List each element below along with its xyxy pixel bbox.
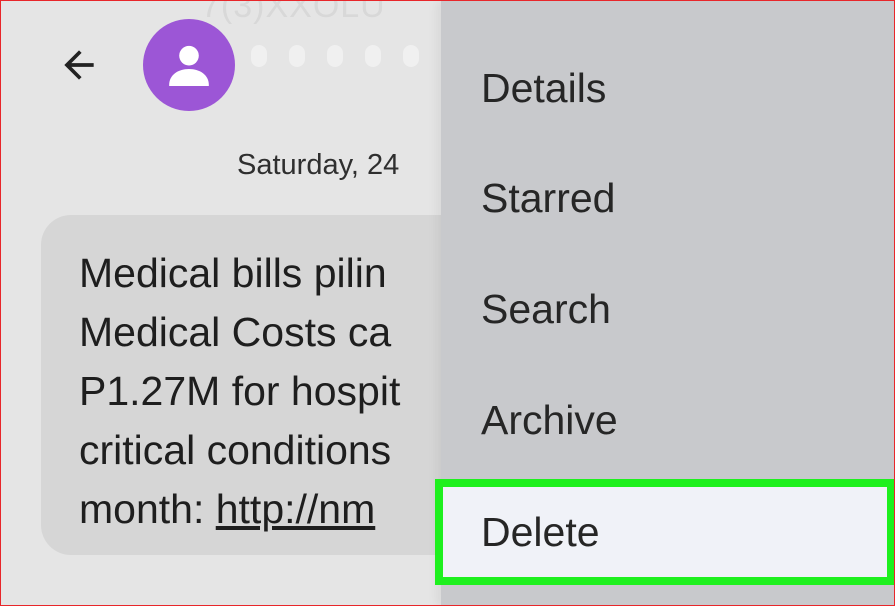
blurred-contact-name: [251, 45, 457, 67]
message-line-1: Medical bills pilin: [79, 250, 387, 296]
message-line-2: Medical Costs ca: [79, 309, 392, 355]
message-line-3: P1.27M for hospit: [79, 368, 401, 414]
menu-item-label: Delete: [481, 508, 600, 555]
menu-item-archive[interactable]: Archive: [441, 365, 894, 475]
menu-item-delete[interactable]: Delete: [435, 479, 894, 585]
back-button[interactable]: [55, 41, 103, 89]
person-icon: [169, 45, 209, 86]
menu-item-label: Details: [481, 64, 607, 111]
date-separator: Saturday, 24: [237, 149, 400, 181]
arrow-left-icon: [64, 50, 94, 80]
menu-item-label: Archive: [481, 396, 618, 443]
screenshot-frame: 7(3)XXOLU Saturday, 24 Medical bills pil…: [0, 0, 895, 606]
menu-item-starred[interactable]: Starred: [441, 143, 894, 253]
contact-avatar[interactable]: [143, 19, 235, 111]
menu-item-label: Search: [481, 285, 611, 332]
partial-phone-number: 7(3)XXOLU: [201, 0, 386, 25]
menu-item-details[interactable]: Details: [441, 33, 894, 143]
message-line-5-text: month:: [79, 486, 216, 532]
menu-item-label: Starred: [481, 174, 616, 221]
message-line-5: month: http://nm: [79, 489, 375, 530]
message-line-4: critical conditions: [79, 427, 392, 473]
message-link[interactable]: http://nm: [216, 486, 376, 532]
overflow-menu: Details Starred Search Archive Delete: [435, 1, 894, 605]
menu-item-search[interactable]: Search: [441, 254, 894, 364]
